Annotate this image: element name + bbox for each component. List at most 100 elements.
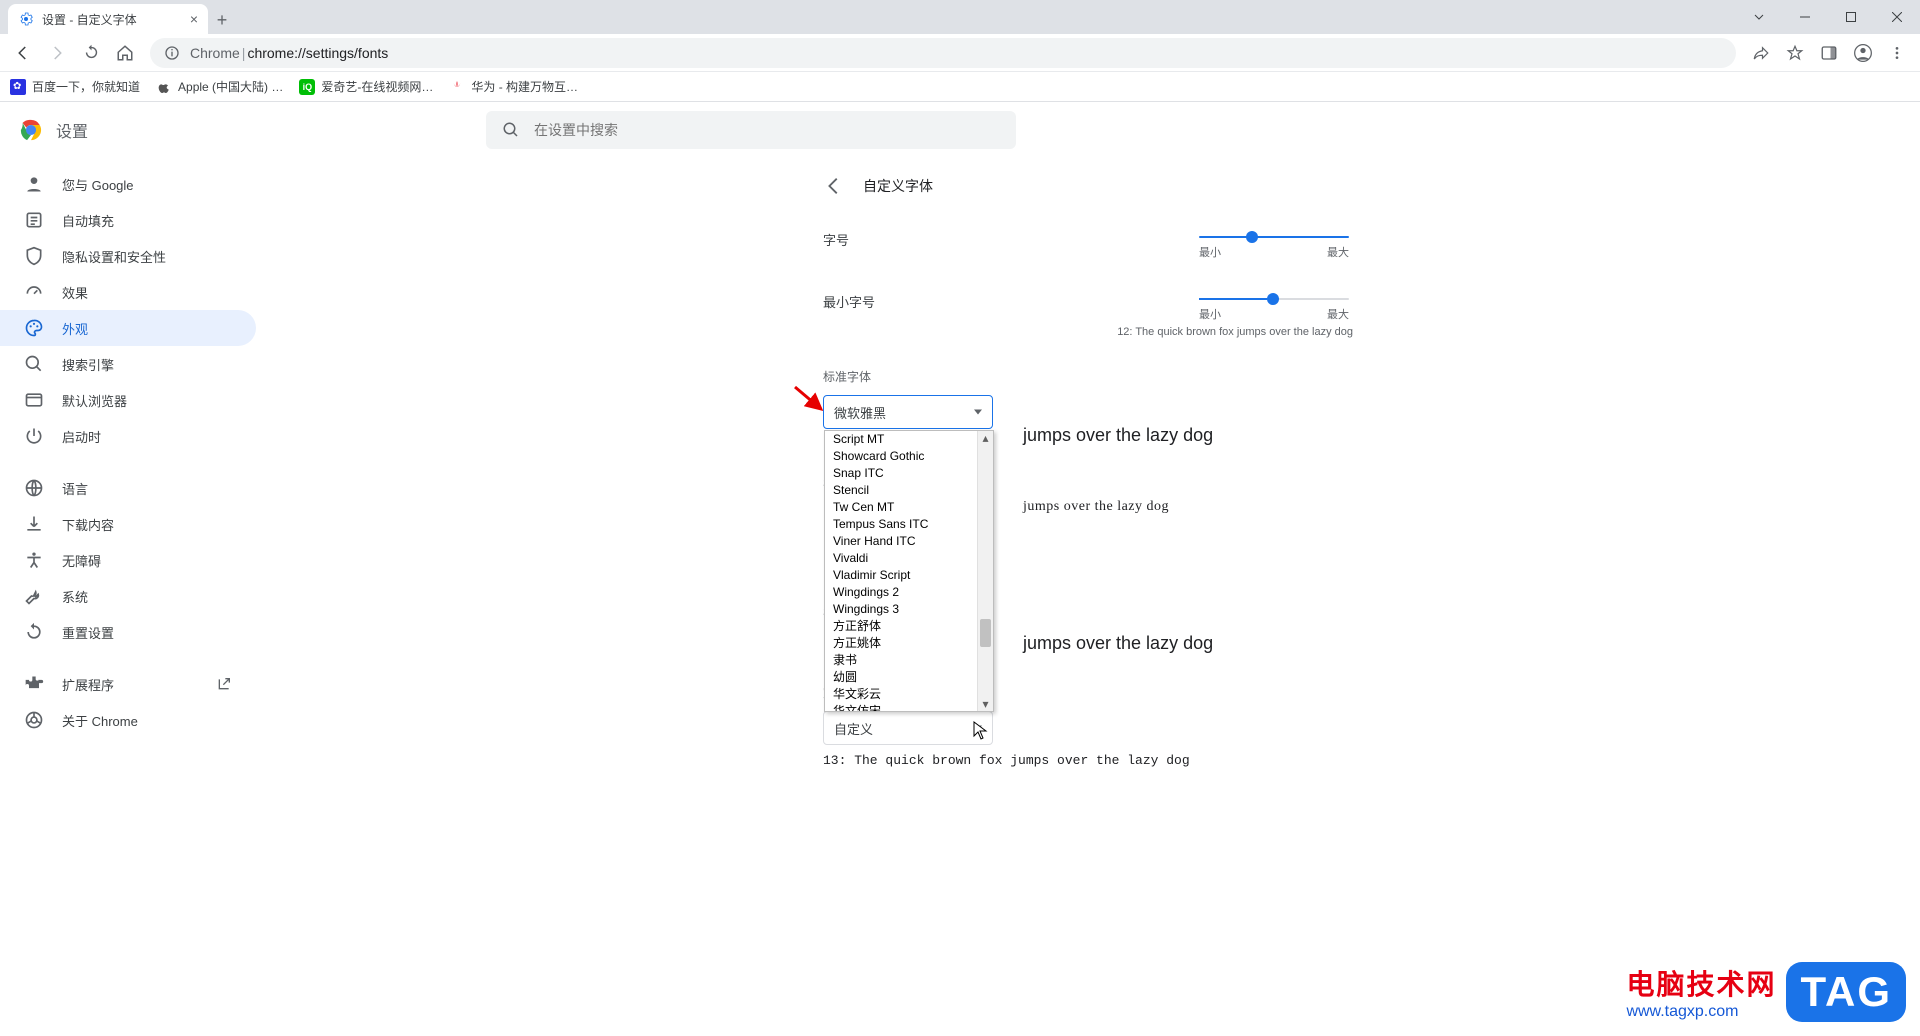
font-option[interactable]: Wingdings 3 xyxy=(825,601,977,618)
font-option[interactable]: 方正舒体 xyxy=(825,618,977,635)
baidu-icon: ✿ xyxy=(10,79,26,95)
tab-close-icon[interactable]: × xyxy=(190,11,198,27)
settings-header: 设置 xyxy=(0,102,1920,158)
nav-autofill[interactable]: 自动填充 xyxy=(0,202,256,238)
url-text: chrome://settings/fonts xyxy=(247,45,388,61)
nav-on-startup[interactable]: 启动时 xyxy=(0,418,256,454)
min-font-preview: 12: The quick brown fox jumps over the l… xyxy=(823,326,1353,338)
watermark-url: www.tagxp.com xyxy=(1626,1003,1776,1021)
back-arrow-icon[interactable] xyxy=(823,175,845,197)
nav-system[interactable]: 系统 xyxy=(0,578,256,614)
font-size-slider[interactable]: 最小最大 xyxy=(1199,230,1349,260)
window-minimize-icon[interactable] xyxy=(1782,0,1828,34)
watermark: 电脑技术网 www.tagxp.com TAG xyxy=(1626,962,1906,1022)
bookmark-item[interactable]: Apple (中国大陆) … xyxy=(156,78,283,95)
side-panel-icon[interactable] xyxy=(1814,38,1844,68)
font-option[interactable]: 方正姚体 xyxy=(825,635,977,652)
font-option[interactable]: Tempus Sans ITC xyxy=(825,516,977,533)
window-titlebar: 设置 - 自定义字体 × + xyxy=(0,0,1920,34)
person-icon xyxy=(24,174,44,194)
puzzle-icon xyxy=(24,674,44,694)
font-option[interactable]: Tw Cen MT xyxy=(825,499,977,516)
browser-menu-icon[interactable] xyxy=(1882,38,1912,68)
nav-reset[interactable]: 重置设置 xyxy=(0,614,256,650)
browser-tab[interactable]: 设置 - 自定义字体 × xyxy=(8,4,208,34)
chrome-logo-icon xyxy=(20,119,42,141)
nav-home-button[interactable] xyxy=(110,38,140,68)
font-option[interactable]: Wingdings 2 xyxy=(825,584,977,601)
font-option[interactable]: 华文仿宋 xyxy=(825,703,977,711)
profile-avatar-icon[interactable] xyxy=(1848,38,1878,68)
dropdown-scrollbar[interactable]: ▴ ▾ xyxy=(977,431,993,711)
nav-you-google[interactable]: 您与 Google xyxy=(0,166,256,202)
nav-about[interactable]: 关于 Chrome xyxy=(0,702,256,738)
font-option[interactable]: 华文彩云 xyxy=(825,686,977,703)
standard-font-sample: jumps over the lazy dog xyxy=(1023,425,1353,446)
nav-appearance[interactable]: 外观 xyxy=(0,310,256,346)
page-title: 自定义字体 xyxy=(863,176,933,196)
nav-languages[interactable]: 语言 xyxy=(0,470,256,506)
min-font-size-slider[interactable]: 最小最大 xyxy=(1199,292,1349,322)
scroll-thumb[interactable] xyxy=(980,619,991,647)
appearance-icon xyxy=(24,318,44,338)
search-icon xyxy=(502,121,520,139)
huawei-icon xyxy=(449,79,465,95)
window-controls xyxy=(1736,0,1920,34)
share-icon[interactable] xyxy=(1746,38,1776,68)
font-option[interactable]: 隶书 xyxy=(825,652,977,669)
serif-font-sample: jumps over the lazy dog xyxy=(1023,499,1353,515)
font-option[interactable]: Viner Hand ITC xyxy=(825,533,977,550)
a11y-icon xyxy=(24,550,44,570)
standard-font-select[interactable]: 微软雅黑 Script MTShowcard GothicSnap ITCSte… xyxy=(823,395,993,429)
search-icon xyxy=(24,354,44,374)
address-bar[interactable]: Chrome | chrome://settings/fonts xyxy=(150,38,1736,68)
bookmark-item[interactable]: ✿百度一下，你就知道 xyxy=(10,78,140,95)
font-option[interactable]: Vladimir Script xyxy=(825,567,977,584)
site-info-icon[interactable] xyxy=(164,45,180,61)
font-size-label: 字号 xyxy=(823,230,849,249)
settings-content: 自定义字体 字号 最小最大 最小字号 最小最大 xyxy=(256,102,1920,1036)
chrome-icon xyxy=(24,710,44,730)
settings-search[interactable] xyxy=(486,111,1016,149)
reset-icon xyxy=(24,622,44,642)
nav-search-engine[interactable]: 搜索引擎 xyxy=(0,346,256,382)
nav-reload-button[interactable] xyxy=(76,38,106,68)
nav-back-button[interactable] xyxy=(8,38,38,68)
nav-a11y[interactable]: 无障碍 xyxy=(0,542,256,578)
font-option[interactable]: Script MT xyxy=(825,431,977,448)
font-option[interactable]: Stencil xyxy=(825,482,977,499)
standard-font-dropdown: Script MTShowcard GothicSnap ITCStencilT… xyxy=(824,430,994,712)
nav-extensions[interactable]: 扩展程序 xyxy=(0,666,256,702)
window-more-icon[interactable] xyxy=(1736,0,1782,34)
nav-forward-button[interactable] xyxy=(42,38,72,68)
power-icon xyxy=(24,426,44,446)
bookmark-item[interactable]: 华为 - 构建万物互… xyxy=(449,78,578,95)
scroll-up-icon[interactable]: ▴ xyxy=(978,431,993,445)
fixed-font-select[interactable]: 自定义 xyxy=(823,711,993,745)
iqiyi-icon: iQ xyxy=(299,79,315,95)
font-option[interactable]: Vivaldi xyxy=(825,550,977,567)
nav-privacy[interactable]: 隐私设置和安全性 xyxy=(0,238,256,274)
external-link-icon xyxy=(216,676,232,692)
fixed-font-sample: 13: The quick brown fox jumps over the l… xyxy=(823,753,1353,768)
speed-icon xyxy=(24,282,44,302)
window-close-icon[interactable] xyxy=(1874,0,1920,34)
nav-default-browser[interactable]: 默认浏览器 xyxy=(0,382,256,418)
nav-performance[interactable]: 效果 xyxy=(0,274,256,310)
font-option[interactable]: Snap ITC xyxy=(825,465,977,482)
watermark-title: 电脑技术网 xyxy=(1626,963,1776,1003)
font-option[interactable]: Showcard Gothic xyxy=(825,448,977,465)
font-option[interactable]: 幼圆 xyxy=(825,669,977,686)
nav-downloads[interactable]: 下载内容 xyxy=(0,506,256,542)
window-maximize-icon[interactable] xyxy=(1828,0,1874,34)
settings-search-input[interactable] xyxy=(534,122,1000,138)
standard-font-label: 标准字体 xyxy=(823,368,1353,385)
bookmark-item[interactable]: iQ爱奇艺-在线视频网… xyxy=(299,78,433,95)
settings-favicon xyxy=(18,11,34,27)
download-icon xyxy=(24,514,44,534)
browser-toolbar: Chrome | chrome://settings/fonts xyxy=(0,34,1920,72)
new-tab-button[interactable]: + xyxy=(208,6,236,34)
bookmark-star-icon[interactable] xyxy=(1780,38,1810,68)
wrench-icon xyxy=(24,586,44,606)
scroll-down-icon[interactable]: ▾ xyxy=(978,697,993,711)
